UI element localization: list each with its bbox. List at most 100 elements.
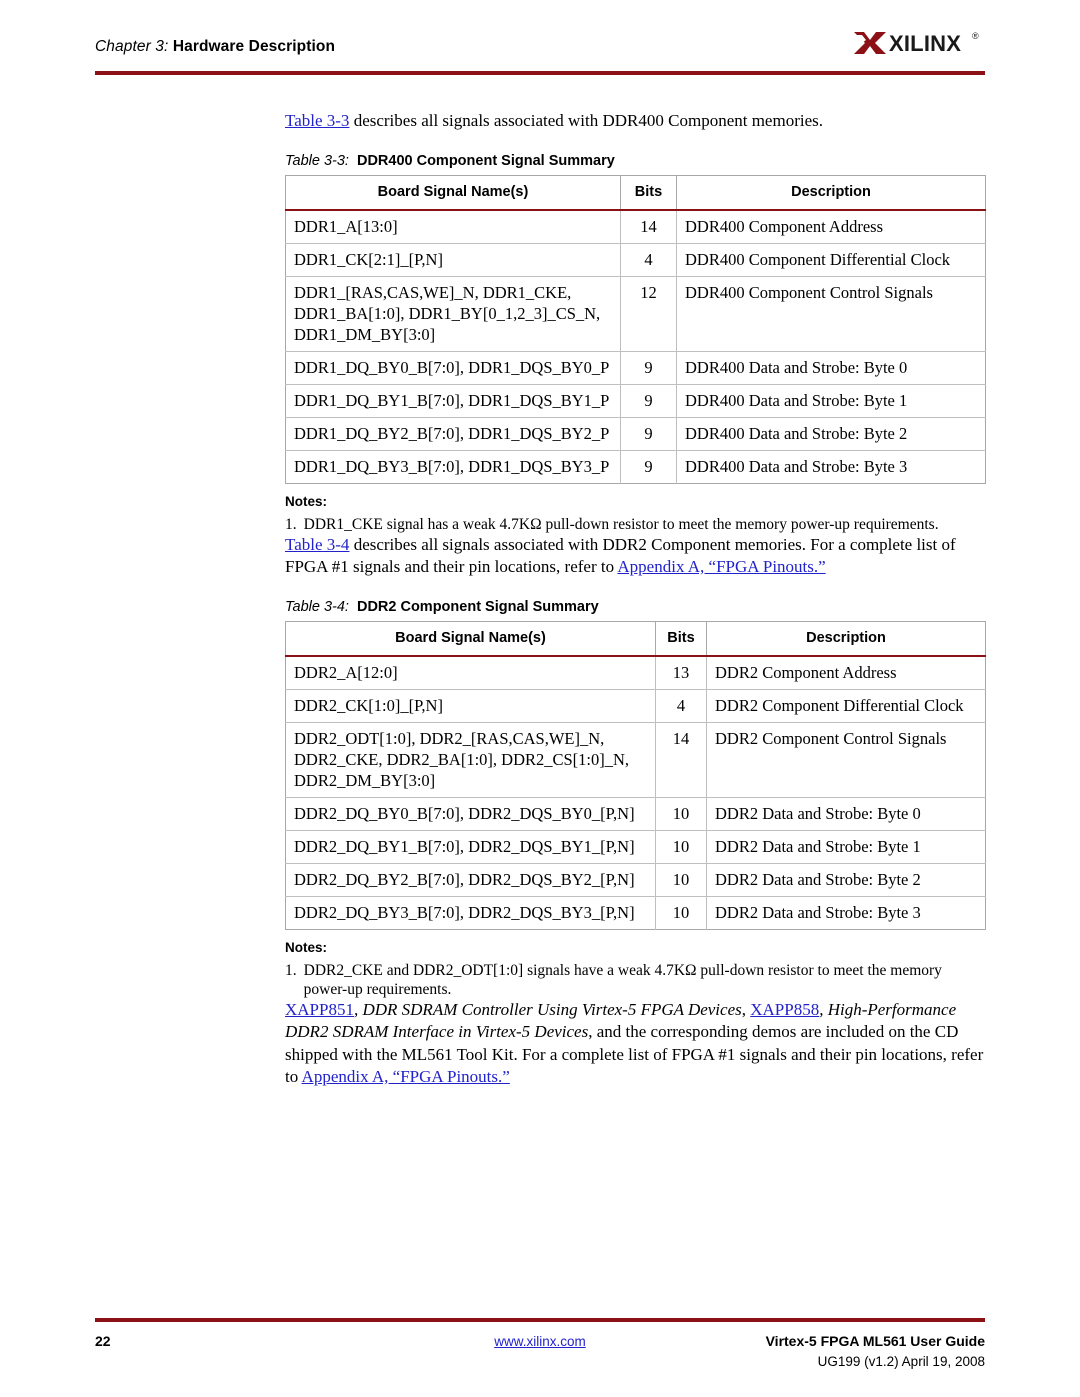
cell-bits: 10 — [655, 797, 707, 831]
column-header-bits: Bits — [620, 175, 677, 211]
table-row: DDR1_DQ_BY1_B[7:0], DDR1_DQS_BY1_P 9 DDR… — [285, 384, 986, 418]
cell-description: DDR400 Data and Strobe: Byte 1 — [676, 384, 986, 418]
page-header: Chapter 3: Hardware Description XILINX ® — [95, 31, 985, 86]
cell-signal: DDR2_DQ_BY2_B[7:0], DDR2_DQS_BY2_[P,N] — [285, 863, 656, 897]
column-header-description: Description — [706, 621, 986, 657]
table-row: DDR2_DQ_BY0_B[7:0], DDR2_DQS_BY0_[P,N] 1… — [285, 797, 986, 831]
table-row: DDR1_DQ_BY3_B[7:0], DDR1_DQS_BY3_P 9 DDR… — [285, 450, 986, 483]
note-number: 1. — [285, 961, 297, 979]
intro-paragraph-text: describes all signals associated with DD… — [349, 111, 823, 130]
cell-description: DDR400 Data and Strobe: Byte 2 — [676, 417, 986, 451]
table-3-4-notes: Notes: 1. DDR2_CKE and DDR2_ODT[1:0] sig… — [285, 940, 985, 999]
cell-signal: DDR2_DQ_BY3_B[7:0], DDR2_DQS_BY3_[P,N] — [285, 896, 656, 929]
table-row: DDR1_[RAS,CAS,WE]_N, DDR1_CKE, DDR1_BA[1… — [285, 276, 986, 352]
cell-signal: DDR2_A[12:0] — [285, 655, 656, 690]
cell-signal: DDR1_DQ_BY2_B[7:0], DDR1_DQS_BY2_P — [285, 417, 621, 451]
chapter-title: Hardware Description — [172, 38, 336, 55]
cell-signal: DDR1_CK[2:1]_[P,N] — [285, 243, 621, 277]
cell-signal: DDR2_CK[1:0]_[P,N] — [285, 689, 656, 723]
xilinx-logo: XILINX ® — [853, 30, 985, 60]
table-row: DDR2_DQ_BY2_B[7:0], DDR2_DQS_BY2_[P,N] 1… — [285, 863, 986, 897]
xapp858-link[interactable]: XAPP858 — [750, 1000, 819, 1019]
table-3-3-crossref-link[interactable]: Table 3-3 — [285, 111, 349, 130]
cell-bits: 9 — [620, 384, 677, 418]
table-3-4-caption-title: DDR2 Component Signal Summary — [356, 598, 599, 615]
intro-paragraph: Table 3-3 describes all signals associat… — [285, 110, 985, 133]
appendix-a-link[interactable]: Appendix A, “FPGA Pinouts.” — [617, 557, 825, 576]
xapp851-title: , DDR SDRAM Controller Using Virtex-5 FP… — [353, 999, 742, 1019]
chapter-label: Chapter 3: — [95, 38, 169, 55]
table-3-3: Board Signal Name(s) Bits Description DD… — [285, 174, 986, 484]
cell-bits: 9 — [620, 450, 677, 483]
table-row: DDR1_CK[2:1]_[P,N] 4 DDR400 Component Di… — [285, 243, 986, 277]
cell-bits: 10 — [655, 830, 707, 864]
column-header-signal-names: Board Signal Name(s) — [285, 621, 656, 657]
closing-paragraph: XAPP851, DDR SDRAM Controller Using Virt… — [285, 999, 985, 1089]
note-number: 1. — [285, 515, 297, 533]
header-rule — [95, 71, 985, 75]
table-3-3-caption-label: Table 3-3: — [285, 152, 349, 169]
cell-bits: 12 — [620, 276, 677, 352]
cell-bits: 10 — [655, 863, 707, 897]
table-row: DDR1_A[13:0] 14 DDR400 Component Address — [285, 209, 986, 244]
table-row: DDR2_DQ_BY3_B[7:0], DDR2_DQS_BY3_[P,N] 1… — [285, 896, 986, 929]
table-3-4-crossref-link[interactable]: Table 3-4 — [285, 535, 349, 554]
column-header-signal-names: Board Signal Name(s) — [285, 175, 621, 211]
table-row: DDR2_ODT[1:0], DDR2_[RAS,CAS,WE]_N, DDR2… — [285, 722, 986, 798]
notes-title: Notes: — [285, 939, 328, 955]
document-id: UG199 (v1.2) April 19, 2008 — [817, 1354, 985, 1369]
table-3-3-caption: Table 3-3: DDR400 Component Signal Summar… — [285, 153, 985, 169]
footer-rule — [95, 1318, 985, 1322]
cell-bits: 9 — [620, 351, 677, 385]
cell-signal: DDR2_DQ_BY0_B[7:0], DDR2_DQS_BY0_[P,N] — [285, 797, 656, 831]
xapp851-link[interactable]: XAPP851 — [285, 1000, 354, 1019]
cell-signal: DDR1_A[13:0] — [285, 209, 621, 244]
cell-signal: DDR2_DQ_BY1_B[7:0], DDR2_DQS_BY1_[P,N] — [285, 830, 656, 864]
cell-description: DDR2 Component Differential Clock — [706, 689, 986, 723]
cell-description: DDR400 Component Differential Clock — [676, 243, 986, 277]
cell-description: DDR400 Data and Strobe: Byte 0 — [676, 351, 986, 385]
table-3-4: Board Signal Name(s) Bits Description DD… — [285, 620, 986, 930]
table-3-4-caption: Table 3-4: DDR2 Component Signal Summary — [285, 599, 985, 615]
registered-trademark-icon: ® — [972, 31, 979, 41]
cell-description: DDR2 Component Address — [706, 655, 986, 690]
cell-bits: 14 — [620, 209, 677, 244]
note-text: DDR1_CKE signal has a weak 4.7KΩ pull-do… — [303, 515, 939, 533]
cell-description: DDR400 Component Control Signals — [676, 276, 986, 352]
cell-signal: DDR1_DQ_BY1_B[7:0], DDR1_DQS_BY1_P — [285, 384, 621, 418]
cell-bits: 4 — [620, 243, 677, 277]
cell-signal: DDR1_DQ_BY3_B[7:0], DDR1_DQS_BY3_P — [285, 450, 621, 483]
column-header-description: Description — [676, 175, 986, 211]
cell-description: DDR400 Data and Strobe: Byte 3 — [685, 456, 908, 476]
notes-title: Notes: — [285, 493, 328, 509]
note-item: 1. DDR2_CKE and DDR2_ODT[1:0] signals ha… — [285, 961, 985, 999]
xilinx-mark-icon — [854, 32, 886, 54]
table-row: DDR2_A[12:0] 13 DDR2 Component Address — [285, 655, 986, 690]
cell-signal: DDR1_[RAS,CAS,WE]_N, DDR1_CKE, DDR1_BA[1… — [285, 276, 621, 352]
cell-bits: 13 — [655, 655, 707, 690]
table-header-row: Board Signal Name(s) Bits Description — [285, 621, 986, 657]
table-row: DDR1_DQ_BY2_B[7:0], DDR1_DQS_BY2_P 9 DDR… — [285, 417, 986, 451]
document-title: Virtex-5 FPGA ML561 User Guide — [765, 1333, 985, 1349]
cell-description: DDR400 Component Address — [676, 209, 986, 244]
xilinx-wordmark: XILINX — [889, 31, 962, 56]
cell-bits: 9 — [620, 417, 677, 451]
table-header-row: Board Signal Name(s) Bits Description — [285, 175, 986, 211]
cell-description: DDR2 Data and Strobe: Byte 3 — [715, 902, 921, 922]
note-item: 1. DDR1_CKE signal has a weak 4.7KΩ pull… — [285, 515, 985, 534]
closing-separator: , — [741, 999, 751, 1019]
cell-bits: 10 — [655, 896, 707, 929]
table-row: DDR2_DQ_BY1_B[7:0], DDR2_DQS_BY1_[P,N] 1… — [285, 830, 986, 864]
cell-bits: 4 — [655, 689, 707, 723]
table-3-3-caption-title: DDR400 Component Signal Summary — [356, 152, 615, 169]
table-row: DDR1_DQ_BY0_B[7:0], DDR1_DQS_BY0_P 9 DDR… — [285, 351, 986, 385]
cell-description: DDR2 Data and Strobe: Byte 1 — [706, 830, 986, 864]
appendix-a-link-2[interactable]: Appendix A, “FPGA Pinouts.” — [302, 1067, 510, 1086]
table-3-4-caption-label: Table 3-4: — [285, 598, 349, 615]
table-3-3-notes: Notes: 1. DDR1_CKE signal has a weak 4.7… — [285, 494, 985, 534]
page-footer: 22 www.xilinx.com Virtex-5 FPGA ML561 Us… — [95, 1333, 985, 1369]
cell-signal: DDR1_DQ_BY0_B[7:0], DDR1_DQS_BY0_P — [285, 351, 621, 385]
cell-description: DDR2 Data and Strobe: Byte 0 — [706, 797, 986, 831]
note-text: DDR2_CKE and DDR2_ODT[1:0] signals have … — [303, 961, 942, 998]
column-header-bits: Bits — [655, 621, 707, 657]
